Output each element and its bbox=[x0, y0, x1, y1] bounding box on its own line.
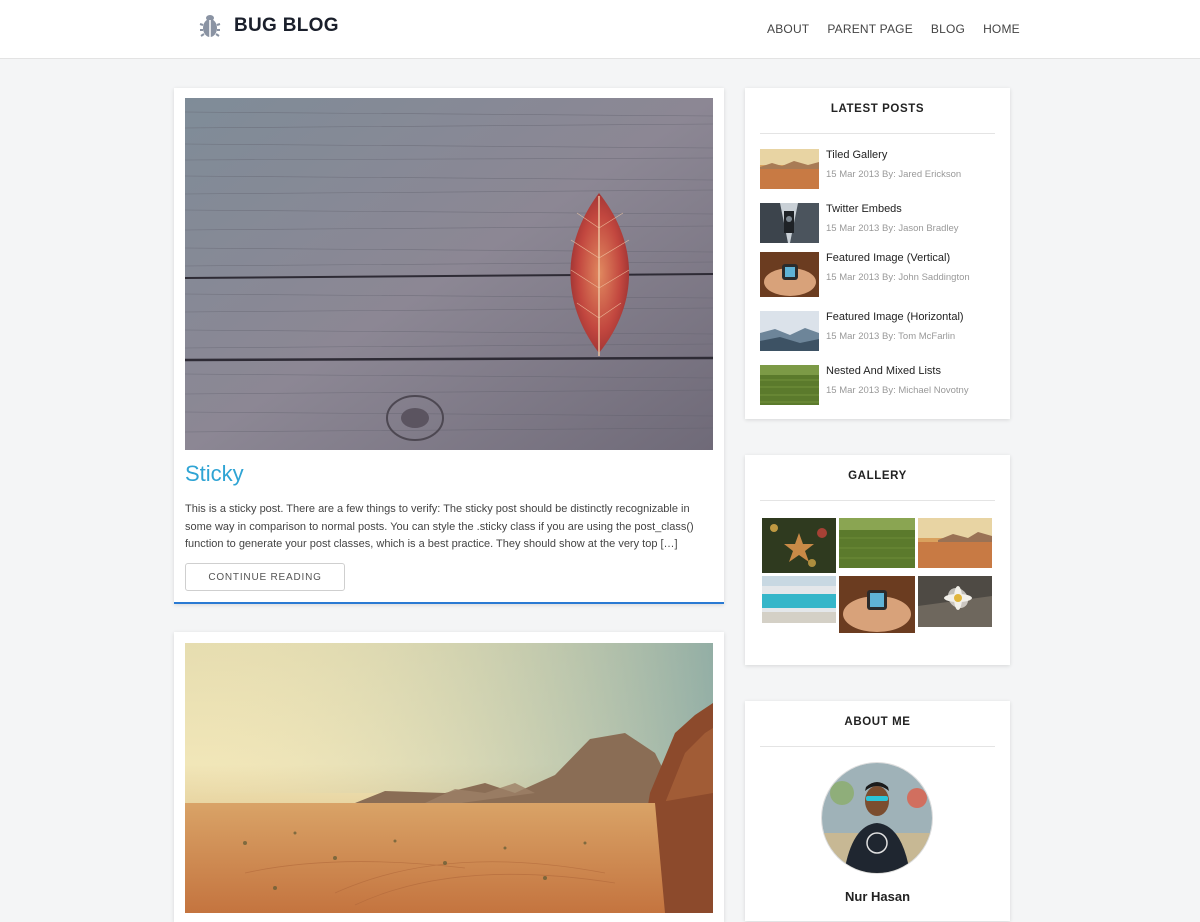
main-nav: ABOUT PARENT PAGE BLOG HOME bbox=[767, 22, 1038, 36]
gallery-thumbnail[interactable] bbox=[839, 518, 915, 568]
continue-reading-button[interactable]: CONTINUE READING bbox=[185, 563, 345, 591]
latest-post-meta: 15 Mar 2013 By: Michael Novotny bbox=[826, 385, 969, 396]
latest-post-title[interactable]: Featured Image (Vertical) bbox=[826, 252, 950, 264]
post-featured-image[interactable] bbox=[185, 98, 713, 450]
avatar bbox=[822, 763, 932, 873]
post-thumbnail[interactable] bbox=[760, 365, 819, 405]
latest-post-meta: 15 Mar 2013 By: Tom McFarlin bbox=[826, 331, 956, 342]
latest-post-title[interactable]: Twitter Embeds bbox=[826, 203, 902, 215]
latest-post-title[interactable]: Featured Image (Horizontal) bbox=[826, 311, 964, 323]
latest-post-meta: 15 Mar 2013 By: John Saddington bbox=[826, 272, 970, 283]
post-excerpt: This is a sticky post. There are a few t… bbox=[185, 503, 694, 550]
post-card-sticky: Sticky This is a sticky post. There are … bbox=[174, 88, 724, 604]
author-name: Nur Hasan bbox=[844, 889, 911, 904]
bug-icon bbox=[199, 13, 221, 39]
latest-post-item[interactable]: Twitter Embeds 15 Mar 2013 By: Jason Bra… bbox=[760, 203, 995, 243]
latest-post-title[interactable]: Nested And Mixed Lists bbox=[826, 365, 941, 377]
site-header: BUG BLOG ABOUT PARENT PAGE BLOG HOME bbox=[0, 0, 1200, 59]
brand[interactable]: BUG BLOG bbox=[199, 13, 339, 39]
gallery-thumbnail[interactable] bbox=[762, 518, 836, 573]
divider bbox=[760, 133, 995, 134]
site-title[interactable]: BUG BLOG bbox=[234, 15, 339, 37]
post-thumbnail[interactable] bbox=[760, 252, 819, 297]
latest-post-item[interactable]: Tiled Gallery 15 Mar 2013 By: Jared Eric… bbox=[760, 149, 995, 189]
latest-post-title[interactable]: Tiled Gallery bbox=[826, 149, 887, 161]
latest-post-item[interactable]: Featured Image (Vertical) 15 Mar 2013 By… bbox=[760, 252, 995, 297]
divider bbox=[760, 500, 995, 501]
about-me-widget: ABOUT ME Nur Hasan bbox=[745, 701, 1010, 921]
post-thumbnail[interactable] bbox=[760, 203, 819, 243]
latest-post-item[interactable]: Nested And Mixed Lists 15 Mar 2013 By: M… bbox=[760, 365, 995, 405]
post-thumbnail[interactable] bbox=[760, 311, 819, 351]
gallery-thumbnail[interactable] bbox=[762, 576, 836, 623]
divider bbox=[760, 746, 995, 747]
nav-about[interactable]: ABOUT bbox=[767, 22, 809, 36]
latest-post-meta: 15 Mar 2013 By: Jason Bradley bbox=[826, 223, 959, 234]
nav-blog[interactable]: BLOG bbox=[931, 22, 965, 36]
post-thumbnail[interactable] bbox=[760, 149, 819, 189]
gallery-thumbnail[interactable] bbox=[918, 518, 992, 568]
gallery-widget: GALLERY bbox=[745, 455, 1010, 665]
latest-post-meta: 15 Mar 2013 By: Jared Erickson bbox=[826, 169, 962, 180]
gallery-thumbnail[interactable] bbox=[839, 576, 915, 633]
post-title[interactable]: Sticky bbox=[185, 461, 244, 487]
latest-post-item[interactable]: Featured Image (Horizontal) 15 Mar 2013 … bbox=[760, 311, 995, 351]
nav-home[interactable]: HOME bbox=[983, 22, 1020, 36]
widget-title: LATEST POSTS bbox=[830, 103, 925, 115]
widget-title: ABOUT ME bbox=[844, 716, 911, 728]
latest-posts-widget: LATEST POSTS Tiled Gallery 15 Mar 2013 B… bbox=[745, 88, 1010, 419]
post-featured-image[interactable] bbox=[185, 643, 713, 913]
nav-parent-page[interactable]: PARENT PAGE bbox=[827, 22, 913, 36]
widget-title: GALLERY bbox=[848, 470, 907, 482]
post-card bbox=[174, 632, 724, 922]
gallery-thumbnail[interactable] bbox=[918, 576, 992, 627]
